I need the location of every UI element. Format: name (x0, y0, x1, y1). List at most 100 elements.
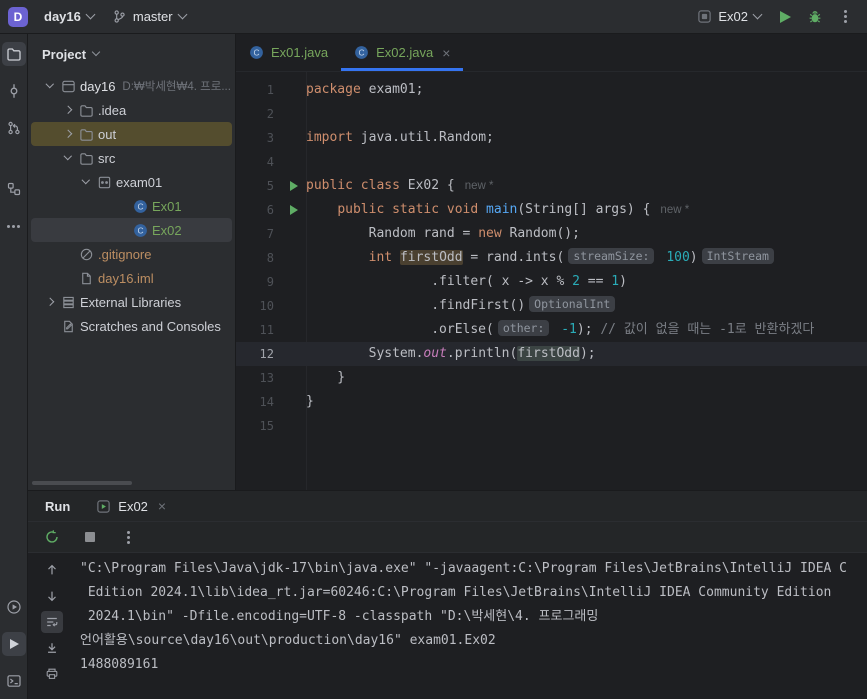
run-config-icon (96, 499, 111, 514)
chevron-right-icon[interactable] (59, 106, 76, 114)
code-text: .filter( x -> x % 2 == 1) (306, 274, 627, 289)
editor-line-3[interactable]: 3 import java.util.Random; (236, 126, 867, 150)
chevron-down-icon[interactable] (77, 176, 94, 184)
close-icon[interactable]: × (158, 498, 166, 514)
console-line: 2024.1\bin" -Dfile.encoding=UTF-8 -class… (80, 609, 599, 624)
tree-item-ex02[interactable]: C Ex02 (31, 218, 232, 242)
more-tool-windows-button[interactable] (2, 214, 26, 238)
horizontal-scrollbar[interactable] (32, 481, 132, 485)
editor-tab-bar: C Ex01.java C Ex02.java × (236, 34, 867, 72)
editor-line-12[interactable]: 12 System.out.println(firstOdd); (236, 342, 867, 366)
tab-ex01-java[interactable]: C Ex01.java (236, 34, 341, 71)
run-line-button[interactable] (282, 205, 306, 215)
run-tool-window-button[interactable] (2, 632, 26, 656)
editor-line-4[interactable]: 4 (236, 150, 867, 174)
editor-line-11[interactable]: 11 .orElse(other: -1); // 값이 없을 때는 -1로 반… (236, 318, 867, 342)
tree-item-day16[interactable]: day16 D:₩박세현₩4. 프로... (31, 74, 232, 98)
line-number: 7 (266, 227, 274, 241)
console-output[interactable]: "C:\Program Files\Java\jdk-17\bin\java.e… (76, 555, 867, 699)
branch-icon (112, 9, 127, 24)
up-arrow-button[interactable] (41, 559, 63, 581)
tree-item-scratches[interactable]: Scratches and Consoles (31, 314, 232, 338)
svg-text:C: C (137, 225, 143, 235)
code-text: .orElse(other: -1); // 값이 없을 때는 -1로 반환하겠… (306, 320, 815, 337)
branch-selector[interactable]: master (104, 4, 194, 30)
commit-tool-window-button[interactable] (2, 79, 26, 103)
editor-line-14[interactable]: 14} (236, 390, 867, 414)
editor-line-1[interactable]: 1 package exam01; (236, 78, 867, 102)
tab-label: Ex01.java (271, 45, 329, 60)
line-number: 11 (259, 323, 274, 337)
structure-tool-window-button[interactable] (2, 177, 26, 201)
rerun-button[interactable] (40, 525, 64, 549)
tree-item-label: Scratches and Consoles (80, 318, 221, 334)
services-icon (6, 599, 22, 615)
chevron-right-icon[interactable] (59, 130, 76, 138)
tree-item-external-libraries[interactable]: External Libraries (31, 290, 232, 314)
folder-icon (76, 127, 96, 142)
tree-item-label: day16 (80, 78, 116, 94)
package-icon (94, 175, 114, 190)
svg-text:C: C (253, 48, 259, 58)
project-tree: day16 D:₩박세현₩4. 프로... .idea out src exam01 C Ex… (28, 74, 235, 338)
chevron-down-icon[interactable] (41, 80, 58, 88)
run-icon (9, 639, 19, 649)
more-menu-button[interactable] (831, 4, 859, 30)
project-panel-header[interactable]: Project (28, 34, 235, 74)
scroll-to-end-button[interactable] (41, 637, 63, 659)
editor-line-8[interactable]: 8 int firstOdd = rand.ints(streamSize: 1… (236, 246, 867, 270)
project-panel: Project day16 D:₩박세현₩4. 프로... .idea out src e… (28, 34, 236, 490)
debug-button[interactable] (801, 4, 829, 30)
console-gutter (28, 555, 76, 699)
editor-area: C Ex01.java C Ex02.java × 1 package exam0… (236, 34, 867, 490)
stop-button[interactable] (78, 525, 102, 549)
editor-line-6[interactable]: 6 public static void main(String[] args)… (236, 198, 867, 222)
tree-item-ex01[interactable]: C Ex01 (31, 194, 232, 218)
run-panel-title[interactable]: Run (45, 499, 70, 514)
print-button[interactable] (41, 663, 63, 685)
vcs-tool-window-button[interactable] (2, 116, 26, 140)
editor-lines[interactable]: 1 package exam01; 2 3 import java.util.Rando… (236, 72, 867, 490)
run-line-button[interactable] (282, 181, 306, 191)
editor-line-13[interactable]: 13 } (236, 366, 867, 390)
tree-item-gitignore[interactable]: .gitignore (31, 242, 232, 266)
tab-ex02-java[interactable]: C Ex02.java × (341, 34, 463, 71)
tree-item-idea[interactable]: .idea (31, 98, 232, 122)
run-tab-ex02[interactable]: Ex02 × (96, 498, 166, 514)
run-button[interactable] (771, 4, 799, 30)
run-tab-label: Ex02 (118, 498, 148, 514)
folder-icon (6, 46, 22, 62)
project-selector[interactable]: day16 (36, 4, 102, 30)
project-tool-window-button[interactable] (1, 42, 26, 66)
chevron-down-icon (752, 9, 763, 20)
editor-line-10[interactable]: 10 .findFirst() OptionalInt (236, 294, 867, 318)
close-icon[interactable]: × (442, 45, 450, 61)
console: "C:\Program Files\Java\jdk-17\bin\java.e… (28, 555, 867, 699)
line-number: 12 (259, 347, 274, 361)
tree-item-out[interactable]: out (31, 122, 232, 146)
terminal-tool-window-button[interactable] (2, 669, 26, 693)
tree-item-src[interactable]: src (31, 146, 232, 170)
tree-item-hint: D:₩박세현₩4. 프로... (122, 81, 231, 93)
tree-item-label: exam01 (116, 174, 163, 190)
down-arrow-button[interactable] (41, 585, 63, 607)
editor-line-5[interactable]: 5 public class Ex02 {new * (236, 174, 867, 198)
editor-line-2[interactable]: 2 (236, 102, 867, 126)
chevron-down-icon[interactable] (59, 152, 76, 160)
services-tool-window-button[interactable] (2, 595, 26, 619)
console-line: "C:\Program Files\Java\jdk-17\bin\java.e… (80, 561, 848, 576)
code-text: package exam01; (306, 82, 424, 97)
editor-line-15[interactable]: 15 (236, 414, 867, 438)
soft-wrap-button[interactable] (41, 611, 63, 633)
line-number: 6 (266, 203, 274, 217)
commit-icon (6, 83, 22, 99)
chevron-right-icon[interactable] (41, 298, 58, 306)
tree-item-exam01[interactable]: exam01 (31, 170, 232, 194)
editor-line-9[interactable]: 9 .filter( x -> x % 2 == 1) (236, 270, 867, 294)
run-config-icon (697, 9, 712, 24)
console-line: Edition 2024.1\lib\idea_rt.jar=60246:C:\… (80, 585, 832, 600)
run-config-selector[interactable]: Ex02 (689, 4, 769, 30)
tree-item-day16-iml[interactable]: day16.iml (31, 266, 232, 290)
editor-line-7[interactable]: 7 Random rand = new Random(); (236, 222, 867, 246)
console-more-button[interactable] (116, 525, 140, 549)
